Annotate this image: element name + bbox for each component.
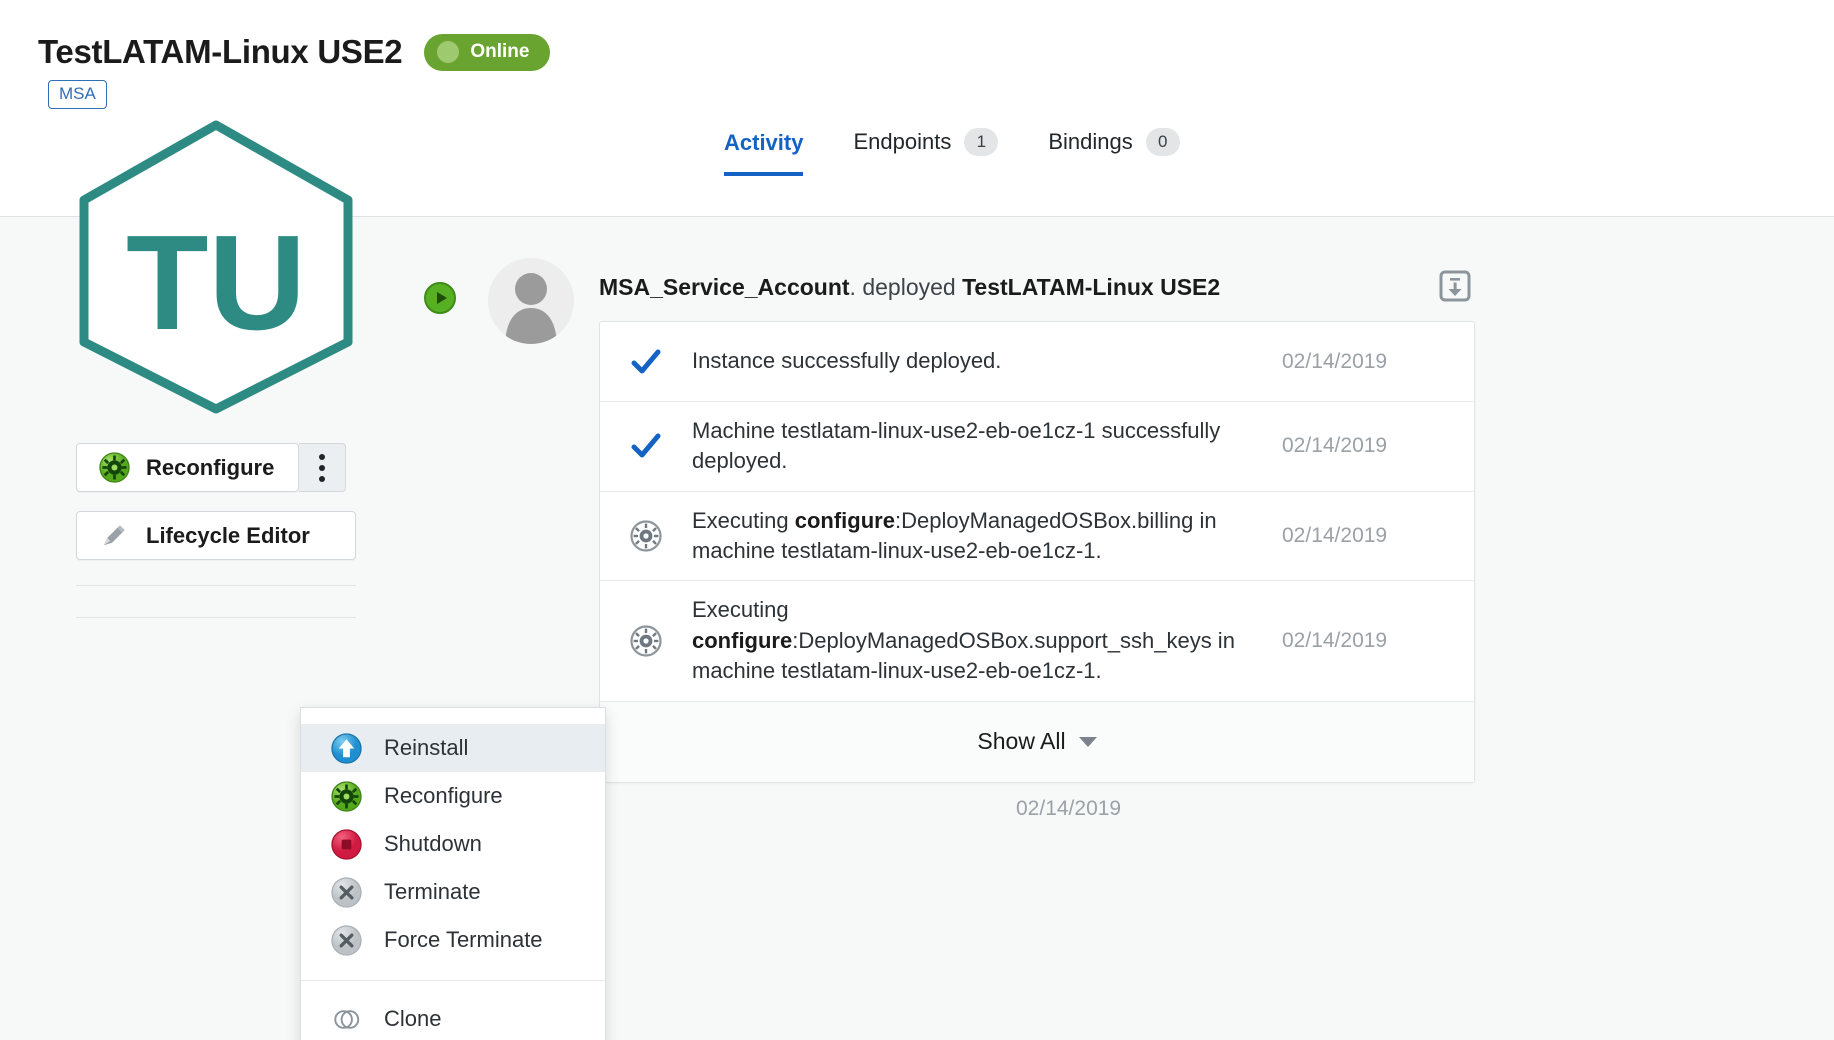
- kebab-dot-icon: [319, 475, 325, 482]
- activity-events-card: Instance successfully deployed. 02/14/20…: [599, 321, 1475, 783]
- activity-separator: .: [849, 274, 856, 300]
- table-row[interactable]: Machine testlatam-linux-use2-eb-oe1cz-1 …: [600, 402, 1474, 492]
- avatar: [488, 258, 574, 344]
- event-date: 02/14/2019: [1282, 349, 1388, 373]
- activity-target: TestLATAM-Linux USE2: [962, 274, 1221, 300]
- arrow-up-circle-icon: [331, 732, 362, 764]
- check-icon: [600, 346, 692, 378]
- actions-dropdown-menu: Reinstall Reconfigure Shutdown Terminate…: [300, 707, 606, 1040]
- event-text: Instance successfully deployed.: [692, 348, 1002, 374]
- more-actions-button[interactable]: [299, 443, 346, 492]
- title-row: TestLATAM-Linux USE2 Online: [38, 33, 551, 71]
- activity-feed-title: MSA_Service_Account. deployed TestLATAM-…: [599, 274, 1220, 301]
- gear-circle-green-icon: [99, 452, 130, 483]
- tab-activity-label: Activity: [724, 130, 804, 155]
- gear-icon: [600, 624, 692, 658]
- menu-item-reconfigure[interactable]: Reconfigure: [301, 772, 605, 820]
- menu-item-terminate[interactable]: Terminate: [301, 868, 605, 916]
- tab-bar: Activity Endpoints 1 Bindings 0: [724, 128, 1180, 176]
- table-row[interactable]: Executing configure:DeployManagedOSBox.b…: [600, 492, 1474, 582]
- table-row[interactable]: Instance successfully deployed. 02/14/20…: [600, 322, 1474, 402]
- event-text: Machine testlatam-linux-use2-eb-oe1cz-1 …: [692, 418, 1221, 474]
- x-circle-gray-icon: [331, 876, 362, 908]
- gear-circle-green-icon: [331, 780, 362, 812]
- stop-circle-red-icon: [331, 828, 362, 860]
- play-icon: [424, 282, 456, 314]
- menu-item-force-terminate[interactable]: Force Terminate: [301, 916, 605, 964]
- activity-action: deployed: [862, 274, 956, 300]
- tab-activity[interactable]: Activity: [724, 130, 804, 176]
- pencil-icon: [99, 520, 130, 551]
- status-label: Online: [470, 40, 530, 62]
- body-area: TU Reconfigure Lifecycle Editor MSA_Serv…: [0, 120, 1834, 1040]
- activity-feed: MSA_Service_Account. deployed TestLATAM-…: [420, 245, 1486, 820]
- event-date: 02/14/2019: [1282, 524, 1388, 548]
- show-all-button[interactable]: Show All: [600, 701, 1474, 782]
- activity-footer-date: 02/14/2019: [1016, 797, 1122, 820]
- event-date: 02/14/2019: [1282, 628, 1388, 652]
- kebab-dot-icon: [319, 453, 325, 460]
- left-divider: [76, 585, 356, 586]
- status-badge: Online: [424, 33, 551, 71]
- tab-bindings[interactable]: Bindings 0: [1048, 128, 1180, 176]
- menu-item-label: Terminate: [384, 879, 481, 904]
- event-text: Executing configure:DeployManagedOSBox.b…: [692, 507, 1217, 564]
- page-title: TestLATAM-Linux USE2: [38, 33, 403, 70]
- instance-avatar-hexagon: TU: [76, 117, 356, 417]
- tab-endpoints-badge: 1: [964, 128, 999, 156]
- menu-divider: [301, 980, 605, 981]
- lifecycle-editor-label: Lifecycle Editor: [146, 522, 310, 548]
- show-all-label: Show All: [977, 728, 1066, 755]
- clone-icon: [331, 1004, 362, 1035]
- x-circle-gray-icon: [331, 924, 362, 956]
- menu-item-label: Clone: [384, 1006, 442, 1031]
- tab-endpoints[interactable]: Endpoints 1: [853, 128, 999, 176]
- menu-item-clone[interactable]: Clone: [301, 995, 605, 1040]
- menu-item-label: Reinstall: [384, 735, 469, 760]
- lifecycle-editor-button[interactable]: Lifecycle Editor: [76, 511, 356, 560]
- menu-item-label: Force Terminate: [384, 927, 543, 952]
- activity-actor: MSA_Service_Account: [599, 274, 850, 300]
- hexagon-initials: TU: [126, 207, 306, 358]
- left-divider: [76, 617, 356, 618]
- check-icon: [600, 430, 692, 462]
- gear-icon: [600, 519, 692, 553]
- kebab-dot-icon: [319, 464, 325, 471]
- menu-item-label: Shutdown: [384, 831, 482, 856]
- tab-endpoints-label: Endpoints: [853, 129, 952, 154]
- reconfigure-button[interactable]: Reconfigure: [76, 443, 299, 492]
- tab-bindings-badge: 0: [1145, 128, 1180, 156]
- menu-item-reinstall[interactable]: Reinstall: [301, 724, 605, 772]
- table-row[interactable]: Executing configure:DeployManagedOSBox.s…: [600, 581, 1474, 702]
- msa-tag[interactable]: MSA: [48, 80, 107, 109]
- reconfigure-button-label: Reconfigure: [146, 454, 275, 480]
- menu-item-shutdown[interactable]: Shutdown: [301, 820, 605, 868]
- event-text: Executing configure:DeployManagedOSBox.s…: [692, 597, 1235, 684]
- status-dot-icon: [437, 40, 460, 63]
- tab-bindings-label: Bindings: [1048, 129, 1133, 154]
- menu-item-label: Reconfigure: [384, 783, 503, 808]
- download-icon[interactable]: [1438, 269, 1472, 308]
- chevron-down-icon: [1078, 736, 1097, 747]
- activity-feed-header: MSA_Service_Account. deployed TestLATAM-…: [420, 245, 1486, 344]
- event-date: 02/14/2019: [1282, 434, 1388, 458]
